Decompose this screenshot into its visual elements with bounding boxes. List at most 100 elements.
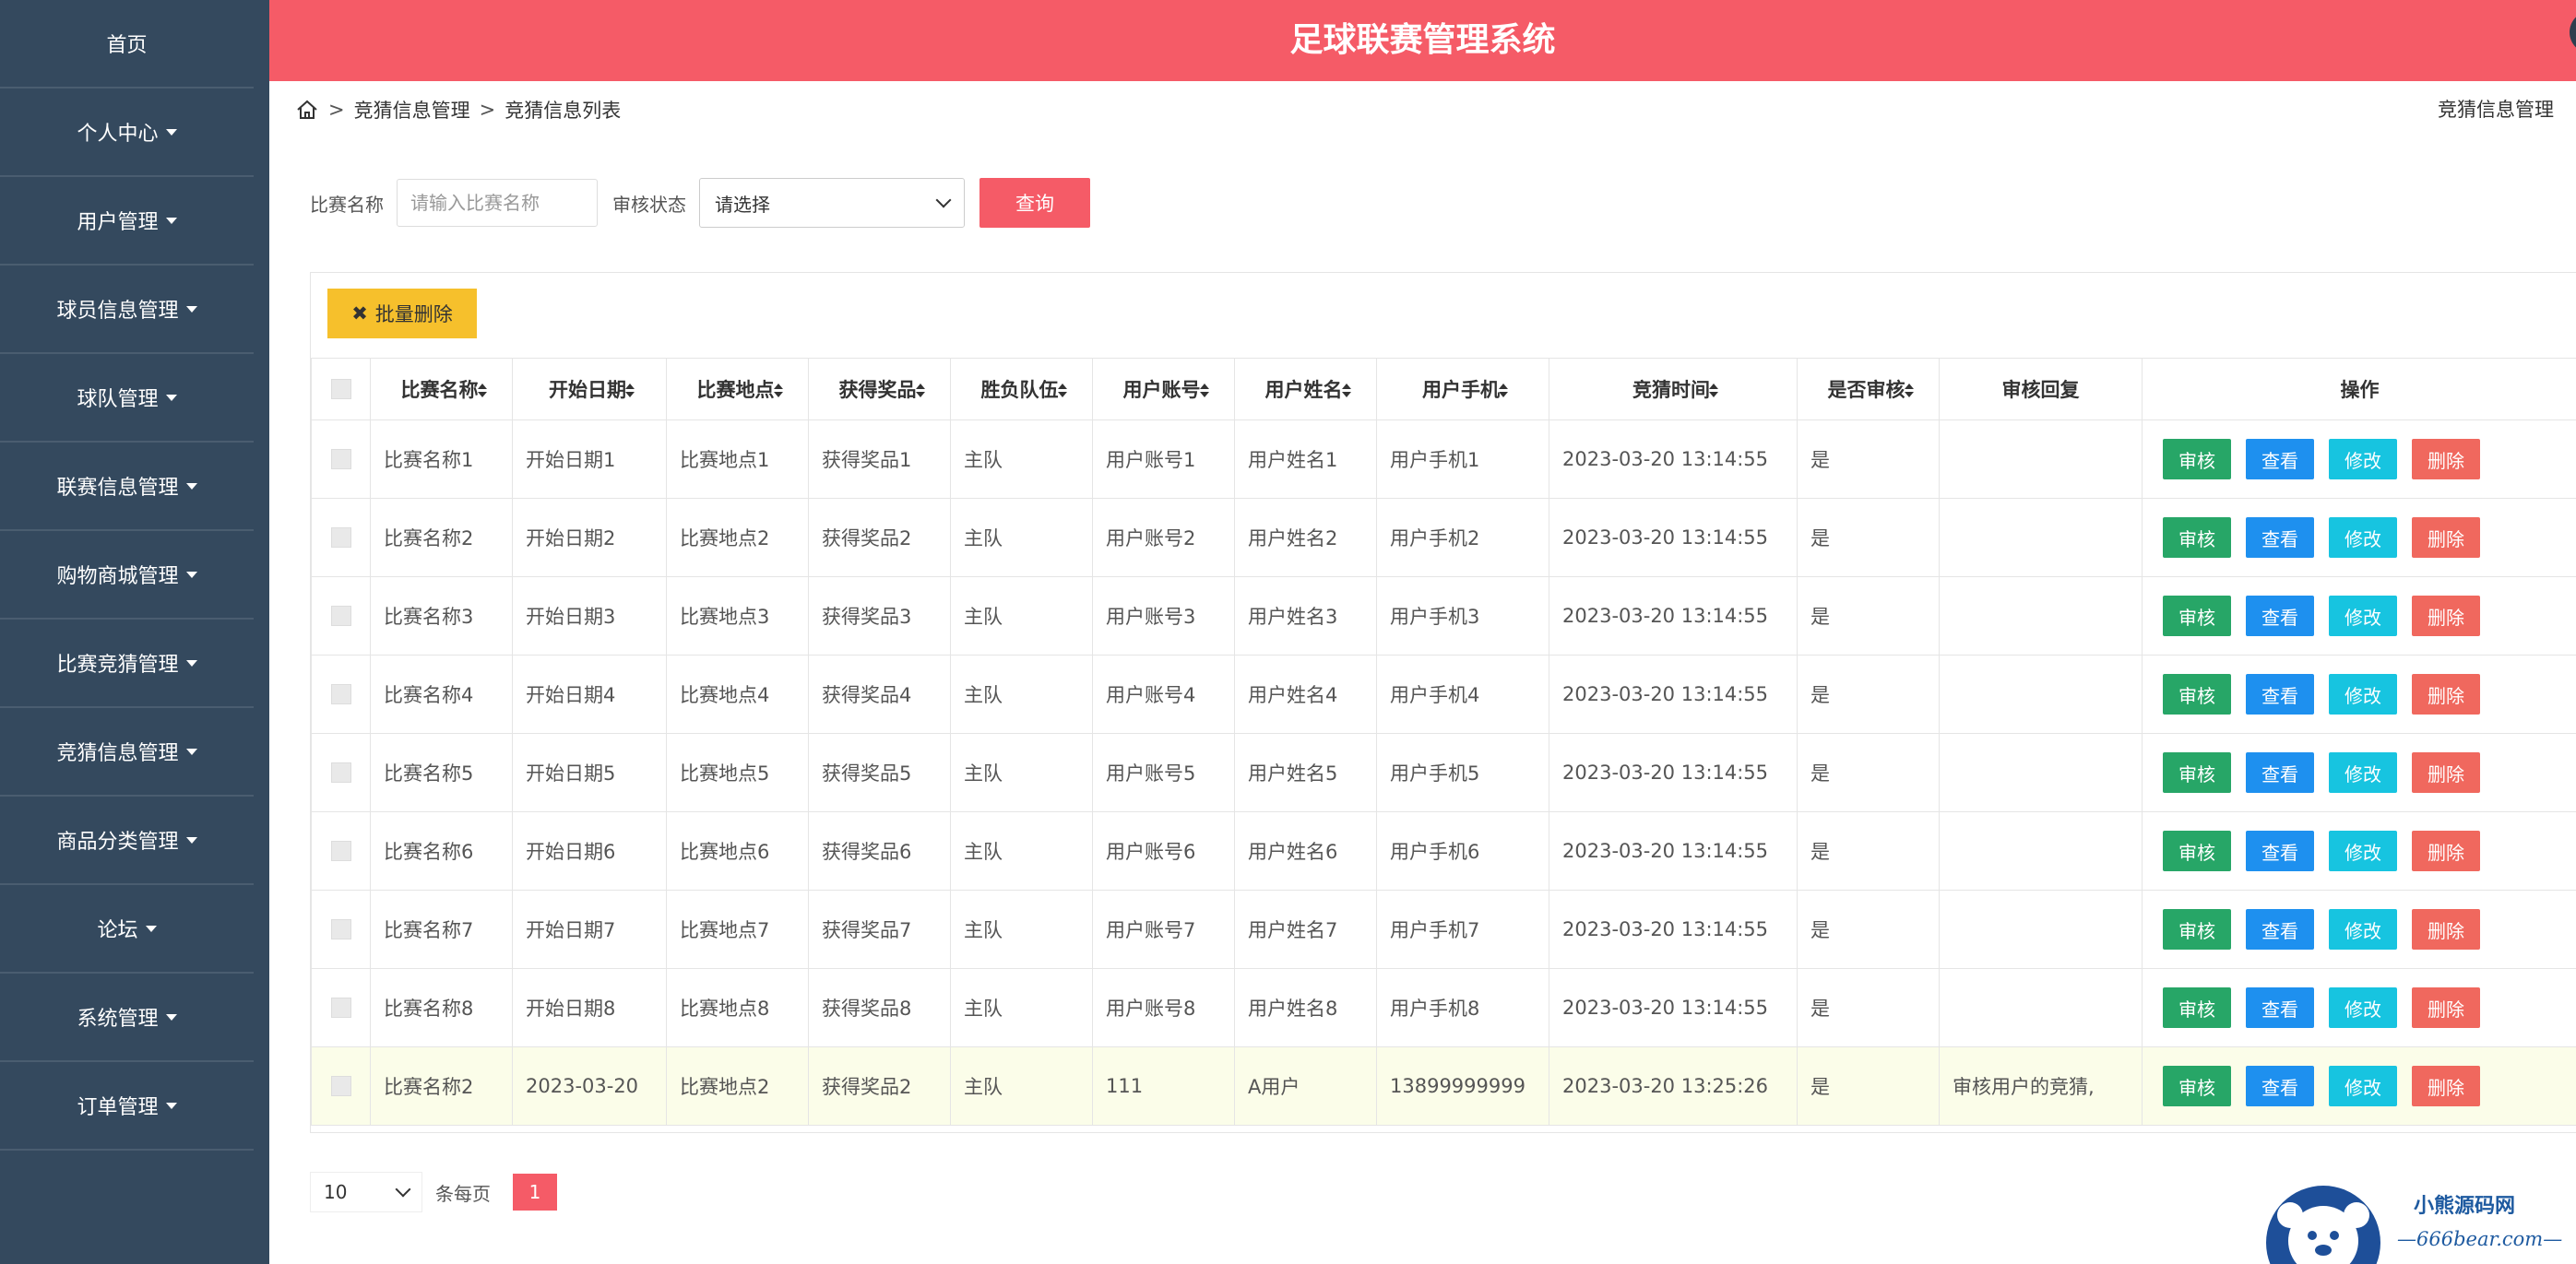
table-cell: 用户账号2: [1092, 498, 1235, 577]
audit-button[interactable]: 审核: [2163, 909, 2231, 950]
sidebar-item-10[interactable]: 论坛: [0, 885, 254, 974]
table-cell: 用户姓名6: [1234, 811, 1377, 891]
delete-button[interactable]: 删除: [2412, 1066, 2480, 1106]
sidebar-item-12[interactable]: 订单管理: [0, 1062, 254, 1151]
row-select-cell: [311, 655, 371, 734]
delete-button[interactable]: 删除: [2412, 987, 2480, 1028]
column-header[interactable]: 比赛名称: [370, 358, 513, 420]
audit-button[interactable]: 审核: [2163, 752, 2231, 793]
row-checkbox[interactable]: [330, 762, 351, 783]
column-header[interactable]: 比赛地点: [666, 358, 809, 420]
sidebar-item-3[interactable]: 球员信息管理: [0, 266, 254, 354]
sidebar-item-11[interactable]: 系统管理: [0, 974, 254, 1062]
delete-button[interactable]: 删除: [2412, 909, 2480, 950]
view-button[interactable]: 查看: [2246, 517, 2314, 558]
match-name-input[interactable]: [397, 179, 598, 227]
column-header[interactable]: 胜负队伍: [950, 358, 1093, 420]
edit-button[interactable]: 修改: [2329, 987, 2397, 1028]
delete-button[interactable]: 删除: [2412, 831, 2480, 871]
edit-button[interactable]: 修改: [2329, 752, 2397, 793]
breadcrumb-separator: >: [328, 99, 345, 121]
home-icon[interactable]: [295, 98, 319, 122]
delete-button[interactable]: 删除: [2412, 752, 2480, 793]
table-cell: 比赛名称4: [370, 655, 513, 734]
audit-button[interactable]: 审核: [2163, 1066, 2231, 1106]
audit-button[interactable]: 审核: [2163, 674, 2231, 715]
row-checkbox[interactable]: [330, 684, 351, 704]
audit-button[interactable]: 审核: [2163, 987, 2231, 1028]
column-header-label: 竞猜时间: [1632, 379, 1710, 401]
view-button[interactable]: 查看: [2246, 909, 2314, 950]
table-cell: 2023-03-20 13:14:55: [1549, 890, 1798, 969]
delete-button[interactable]: 删除: [2412, 439, 2480, 479]
column-header[interactable]: 获得奖品: [808, 358, 951, 420]
edit-button[interactable]: 修改: [2329, 596, 2397, 636]
sidebar-item-5[interactable]: 联赛信息管理: [0, 443, 254, 531]
column-header[interactable]: 用户账号: [1092, 358, 1235, 420]
delete-button[interactable]: 删除: [2412, 674, 2480, 715]
actions-cell: 审核 查看 修改 删除: [2142, 968, 2576, 1047]
breadcrumb-item-guess-management[interactable]: 竞猜信息管理: [354, 96, 470, 124]
column-header-label: 胜负队伍: [980, 379, 1059, 401]
sidebar-item-7[interactable]: 比赛竞猜管理: [0, 620, 254, 708]
column-header[interactable]: 用户姓名: [1234, 358, 1377, 420]
sidebar-item-1[interactable]: 个人中心: [0, 89, 254, 177]
edit-button[interactable]: 修改: [2329, 439, 2397, 479]
row-checkbox[interactable]: [330, 998, 351, 1018]
view-button[interactable]: 查看: [2246, 596, 2314, 636]
table-cell: 获得奖品2: [808, 498, 951, 577]
edit-button[interactable]: 修改: [2329, 909, 2397, 950]
row-actions: 审核 查看 修改 删除: [2155, 517, 2564, 558]
row-checkbox[interactable]: [330, 841, 351, 861]
audit-button[interactable]: 审核: [2163, 596, 2231, 636]
app-title: 足球联赛管理系统: [1289, 21, 1556, 59]
query-button[interactable]: 查询: [979, 178, 1090, 228]
edit-button[interactable]: 修改: [2329, 517, 2397, 558]
table-cell: 比赛地点1: [666, 419, 809, 499]
delete-button[interactable]: 删除: [2412, 596, 2480, 636]
sidebar-item-9[interactable]: 商品分类管理: [0, 797, 254, 885]
row-checkbox[interactable]: [330, 449, 351, 469]
sidebar-item-6[interactable]: 购物商城管理: [0, 531, 254, 620]
column-header[interactable]: 开始日期: [512, 358, 667, 420]
view-button[interactable]: 查看: [2246, 439, 2314, 479]
column-header[interactable]: 竞猜时间: [1549, 358, 1798, 420]
page-button-current[interactable]: 1: [513, 1174, 557, 1211]
table-cell: 主队: [950, 655, 1093, 734]
view-button[interactable]: 查看: [2246, 674, 2314, 715]
table-cell: 比赛地点8: [666, 968, 809, 1047]
edit-button[interactable]: 修改: [2329, 674, 2397, 715]
table-cell: 开始日期8: [512, 968, 667, 1047]
table-cell: 比赛地点3: [666, 576, 809, 656]
row-checkbox[interactable]: [330, 1076, 351, 1096]
table-cell: 2023-03-20 13:14:55: [1549, 576, 1798, 656]
search-form: 比赛名称 审核状态 请选择 查询: [310, 177, 1090, 229]
audit-button[interactable]: 审核: [2163, 831, 2231, 871]
batch-delete-button[interactable]: ✖ 批量删除: [327, 289, 477, 338]
actions-cell: 审核 查看 修改 删除: [2142, 733, 2576, 812]
view-button[interactable]: 查看: [2246, 831, 2314, 871]
page-size-select[interactable]: 10: [310, 1172, 422, 1212]
audit-button[interactable]: 审核: [2163, 439, 2231, 479]
sidebar-item-0[interactable]: 首页: [0, 0, 254, 89]
audit-button[interactable]: 审核: [2163, 517, 2231, 558]
audit-status-select[interactable]: 请选择: [699, 178, 965, 228]
row-checkbox[interactable]: [330, 527, 351, 548]
edit-button[interactable]: 修改: [2329, 1066, 2397, 1106]
column-header[interactable]: 用户手机: [1376, 358, 1549, 420]
delete-button[interactable]: 删除: [2412, 517, 2480, 558]
row-actions: 审核 查看 修改 删除: [2155, 831, 2564, 871]
view-button[interactable]: 查看: [2246, 1066, 2314, 1106]
column-header[interactable]: 是否审核: [1797, 358, 1940, 420]
row-checkbox[interactable]: [330, 606, 351, 626]
sidebar-item-8[interactable]: 竞猜信息管理: [0, 708, 254, 797]
column-header-label: 用户姓名: [1264, 379, 1343, 401]
row-checkbox[interactable]: [330, 919, 351, 939]
edit-button[interactable]: 修改: [2329, 831, 2397, 871]
sidebar-item-4[interactable]: 球队管理: [0, 354, 254, 443]
view-button[interactable]: 查看: [2246, 752, 2314, 793]
view-button[interactable]: 查看: [2246, 987, 2314, 1028]
table-cell: 2023-03-20: [512, 1046, 667, 1126]
select-all-checkbox[interactable]: [330, 379, 351, 399]
sidebar-item-2[interactable]: 用户管理: [0, 177, 254, 266]
